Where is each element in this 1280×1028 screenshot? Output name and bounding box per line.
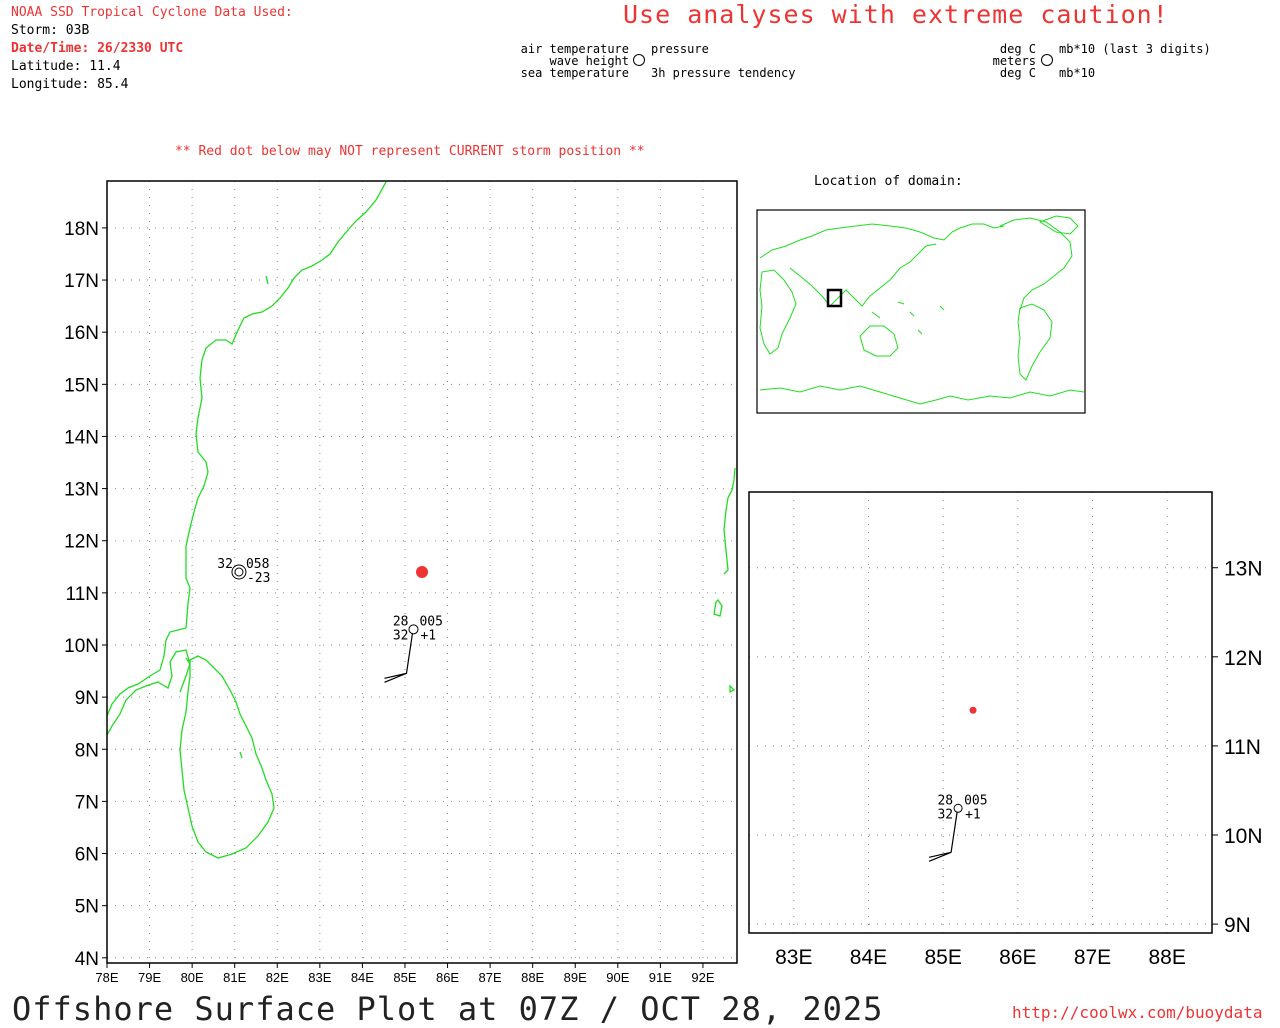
station-2-tendency: +1 bbox=[420, 628, 436, 643]
map-canvas: 78E 79E 80E 81E 82E 83E 84E 85E 86E 87E 88E 89E 90E 9… bbox=[64, 180, 1263, 985]
lat-tick-label: 10N bbox=[64, 636, 99, 657]
zoom-lon-tick-label: 86E bbox=[999, 946, 1036, 969]
lat-tick-label: 13N bbox=[64, 480, 99, 501]
station-1-tendency: -23 bbox=[247, 571, 270, 586]
inset-world-map bbox=[756, 209, 1086, 414]
lon-tick-label: 81E bbox=[223, 970, 246, 985]
zoom-station-sea-temp: 32 bbox=[937, 807, 953, 822]
footer-title: Offshore Surface Plot at 07Z / OCT 28, 2… bbox=[12, 990, 884, 1028]
zoom-lon-tick-label: 87E bbox=[1074, 946, 1111, 969]
zoom-lat-tick-label: 9N bbox=[1224, 914, 1251, 937]
station-circle-icon bbox=[953, 803, 963, 813]
lon-tick-label: 84E bbox=[351, 970, 374, 985]
lon-tick-label: 83E bbox=[308, 970, 331, 985]
lat-tick-label: 8N bbox=[75, 740, 99, 761]
india-south-tip bbox=[106, 649, 191, 736]
storm-position-marker bbox=[416, 566, 428, 578]
lat-tick-label: 9N bbox=[75, 688, 99, 709]
zoom-lat-tick-label: 10N bbox=[1224, 825, 1263, 848]
lat-tick-label: 5N bbox=[75, 897, 99, 918]
lon-tick-label: 87E bbox=[479, 970, 502, 985]
zoom-lon-tick-label: 88E bbox=[1149, 946, 1186, 969]
station-2-sea-temp: 32 bbox=[393, 628, 409, 643]
main-map-coastline bbox=[106, 181, 736, 859]
station-2-pressure: 005 bbox=[419, 614, 442, 629]
lat-tick-label: 15N bbox=[64, 375, 99, 396]
lon-tick-label: 82E bbox=[266, 970, 289, 985]
lon-tick-label: 92E bbox=[691, 970, 714, 985]
footer-url[interactable]: http://coolwx.com/buoydata bbox=[1012, 1003, 1262, 1022]
lat-tick-label: 4N bbox=[75, 949, 99, 970]
zoom-lon-tick-label: 85E bbox=[924, 946, 961, 969]
zoom-storm-position-marker bbox=[969, 706, 977, 714]
inset-map-frame bbox=[756, 209, 1086, 414]
lat-tick-label: 14N bbox=[64, 427, 99, 448]
lat-tick-label: 18N bbox=[64, 219, 99, 240]
zoom-lat-tick-label: 12N bbox=[1224, 647, 1263, 670]
andaman-south bbox=[713, 598, 723, 617]
lat-tick-label: 6N bbox=[75, 845, 99, 866]
zoom-lat-tick-label: 13N bbox=[1224, 558, 1263, 581]
lon-tick-label: 80E bbox=[181, 970, 204, 985]
station-circle-icon bbox=[234, 567, 244, 577]
station-calm-ring-icon bbox=[231, 564, 247, 580]
lat-tick-label: 17N bbox=[64, 271, 99, 292]
lat-tick-label: 12N bbox=[64, 532, 99, 553]
zoom-lon-tick-label: 83E bbox=[775, 946, 812, 969]
sri-lanka-coast bbox=[179, 655, 275, 859]
station-1-air-temp: 32 bbox=[217, 557, 233, 572]
zoom-station-pressure: 005 bbox=[964, 793, 987, 808]
zoom-map-ticks: 83E 84E 85E 86E 87E 88E 9N 10N 11N 12N 13N bbox=[775, 558, 1262, 969]
zoom-map-frame bbox=[748, 491, 1213, 934]
lat-tick-label: 16N bbox=[64, 323, 99, 344]
station-plot-buoy-1 bbox=[231, 564, 247, 580]
zoom-lon-tick-label: 84E bbox=[850, 946, 887, 969]
main-map-ticks: 78E 79E 80E 81E 82E 83E 84E 85E 86E 87E 88E 89E 90E 9… bbox=[64, 219, 715, 985]
zoom-station-air-temp: 28 bbox=[937, 793, 953, 808]
zoom-station-tendency: +1 bbox=[965, 807, 981, 822]
lon-tick-label: 78E bbox=[95, 970, 118, 985]
station-circle-icon bbox=[408, 624, 419, 635]
lon-tick-label: 79E bbox=[138, 970, 161, 985]
india-east-coast bbox=[106, 181, 387, 717]
island-small-3 bbox=[239, 751, 243, 759]
lon-tick-label: 86E bbox=[436, 970, 459, 985]
nicobar-island bbox=[729, 684, 736, 694]
lat-tick-label: 11N bbox=[66, 584, 99, 605]
station-2-air-temp: 28 bbox=[393, 614, 409, 629]
lon-tick-label: 85E bbox=[393, 970, 416, 985]
lon-tick-label: 89E bbox=[564, 970, 587, 985]
lon-tick-label: 88E bbox=[521, 970, 544, 985]
lon-tick-label: 90E bbox=[606, 970, 629, 985]
lat-tick-label: 7N bbox=[75, 792, 99, 813]
zoom-map-grid bbox=[749, 492, 1212, 933]
lon-tick-label: 91E bbox=[649, 970, 672, 985]
station-1-pressure: 058 bbox=[246, 557, 269, 572]
andaman-islands bbox=[723, 467, 736, 575]
zoom-lat-tick-label: 11N bbox=[1224, 736, 1261, 759]
